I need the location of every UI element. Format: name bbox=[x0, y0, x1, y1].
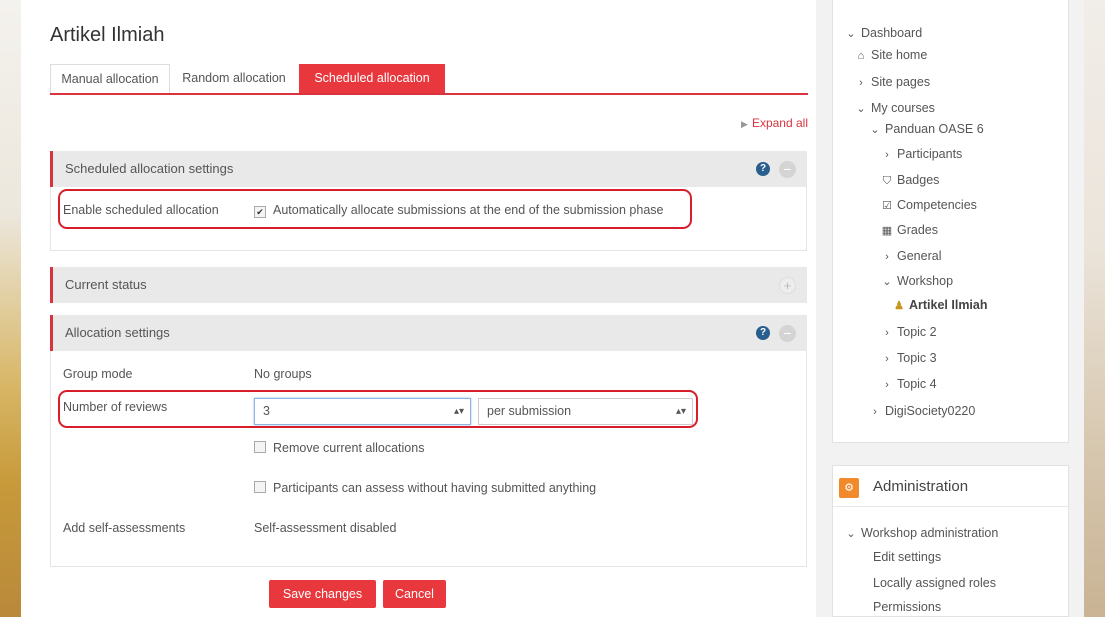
nav-item-artikel-ilmiah[interactable]: ♟ Artikel Ilmiah bbox=[893, 298, 988, 312]
chevron-right-icon: › bbox=[885, 353, 889, 365]
nav-item-topic-3[interactable]: › Topic 3 bbox=[881, 351, 937, 365]
nav-item-workshop[interactable]: ⌄ Workshop bbox=[881, 274, 953, 288]
chevron-down-icon: ⌄ bbox=[870, 124, 880, 136]
nav-label: Site home bbox=[871, 48, 928, 62]
current-status-header[interactable]: Current status + bbox=[50, 267, 807, 303]
nav-item-site-home[interactable]: ⌂ Site home bbox=[855, 48, 928, 62]
administration-block: ⚙ Administration ⌄ Workshop administratio… bbox=[832, 465, 1069, 617]
navigation-block: ⌄ Dashboard ⌂ Site home › Site pages ⌄ My co… bbox=[832, 0, 1069, 443]
nav-label: Badges bbox=[897, 173, 940, 187]
nav-label: Topic 3 bbox=[897, 351, 937, 365]
chevron-down-icon: ⌄ bbox=[846, 528, 856, 540]
nav-item-topic-2[interactable]: › Topic 2 bbox=[881, 325, 937, 339]
nav-item-site-pages[interactable]: › Site pages bbox=[855, 75, 930, 89]
tab-manual-allocation[interactable]: Manual allocation bbox=[50, 64, 170, 93]
background-left-edge bbox=[0, 0, 21, 617]
participants-assess-row[interactable]: Participants can assess without having s… bbox=[254, 481, 596, 495]
participants-assess-checkbox[interactable] bbox=[254, 481, 266, 493]
workshop-icon: ♟ bbox=[894, 300, 904, 312]
caret-right-icon: ▶ bbox=[741, 119, 748, 129]
self-assessments-value: Self-assessment disabled bbox=[254, 521, 397, 535]
allocation-settings-header[interactable]: Allocation settings ? − bbox=[50, 315, 807, 351]
nav-label: Dashboard bbox=[861, 26, 923, 40]
nav-label: Artikel Ilmiah bbox=[909, 298, 988, 312]
nav-label: Competencies bbox=[897, 198, 977, 212]
nav-label: Grades bbox=[897, 223, 938, 237]
collapse-icon[interactable]: − bbox=[779, 325, 796, 342]
scheduled-settings-title: Scheduled allocation settings bbox=[65, 161, 234, 176]
participants-assess-label: Participants can assess without having s… bbox=[273, 481, 597, 495]
tab-scheduled-allocation[interactable]: Scheduled allocation bbox=[299, 64, 445, 93]
nav-item-general[interactable]: › General bbox=[881, 249, 941, 263]
nav-item-panduan-oase[interactable]: ⌄ Panduan OASE 6 bbox=[869, 122, 984, 136]
chevron-right-icon: › bbox=[873, 406, 877, 418]
remove-current-checkbox[interactable] bbox=[254, 441, 266, 453]
shield-icon: ⛉ bbox=[882, 175, 892, 187]
expand-all-link[interactable]: ▶ Expand all bbox=[741, 116, 808, 130]
admin-item-workshop-administration[interactable]: ⌄ Workshop administration bbox=[845, 526, 998, 540]
nav-item-badges[interactable]: ⛉ Badges bbox=[881, 173, 940, 188]
chevron-right-icon: › bbox=[885, 379, 889, 391]
self-assessments-label: Add self-assessments bbox=[63, 521, 186, 535]
nav-label: DigiSociety0220 bbox=[885, 404, 976, 418]
nav-item-dashboard[interactable]: ⌄ Dashboard bbox=[845, 26, 922, 40]
admin-item-permissions[interactable]: Permissions bbox=[873, 600, 941, 614]
nav-label: Workshop administration bbox=[861, 526, 999, 540]
nav-item-participants[interactable]: › Participants bbox=[881, 147, 962, 161]
table-icon: ▦ bbox=[881, 225, 893, 237]
nav-label: Site pages bbox=[871, 75, 931, 89]
chevron-right-icon: › bbox=[859, 77, 863, 89]
page-title: Artikel Ilmiah bbox=[50, 24, 165, 46]
group-mode-label: Group mode bbox=[63, 367, 133, 381]
nav-item-topic-4[interactable]: › Topic 4 bbox=[881, 377, 937, 391]
expand-icon[interactable]: + bbox=[779, 277, 796, 294]
expand-all-label: Expand all bbox=[751, 116, 808, 130]
remove-current-label: Remove current allocations bbox=[273, 441, 425, 455]
collapse-icon[interactable]: − bbox=[779, 161, 796, 178]
nav-item-competencies[interactable]: ☑ Competencies bbox=[881, 198, 977, 212]
allocation-settings-body: Group mode No groups Number of reviews 3… bbox=[50, 351, 807, 567]
main-region: Artikel Ilmiah Manual allocation Random … bbox=[21, 0, 815, 617]
administration-header: ⚙ Administration bbox=[833, 466, 1068, 507]
chevron-down-icon: ⌄ bbox=[856, 103, 866, 115]
help-icon[interactable]: ? bbox=[756, 162, 770, 176]
nav-label: Participants bbox=[897, 147, 963, 161]
scheduled-settings-header[interactable]: Scheduled allocation settings ? − bbox=[50, 151, 807, 187]
nav-label: Workshop bbox=[897, 274, 954, 288]
administration-title: Administration bbox=[873, 478, 969, 495]
cancel-button[interactable]: Cancel bbox=[383, 580, 446, 608]
group-mode-value: No groups bbox=[254, 367, 312, 381]
cogs-icon: ⚙ bbox=[839, 478, 859, 498]
chevron-right-icon: › bbox=[885, 149, 889, 161]
allocation-tabs: Manual allocation Random allocation Sche… bbox=[50, 64, 808, 95]
highlight-annotation bbox=[58, 390, 698, 428]
nav-label: General bbox=[897, 249, 942, 263]
chevron-right-icon: › bbox=[885, 327, 889, 339]
save-changes-button[interactable]: Save changes bbox=[269, 580, 376, 608]
current-status-title: Current status bbox=[65, 277, 147, 292]
nav-label: Panduan OASE 6 bbox=[885, 122, 984, 136]
highlight-annotation bbox=[58, 189, 692, 229]
nav-item-digisociety[interactable]: › DigiSociety0220 bbox=[869, 404, 975, 418]
chevron-down-icon: ⌄ bbox=[846, 28, 856, 40]
background-right-edge bbox=[1084, 0, 1105, 617]
chevron-right-icon: › bbox=[885, 251, 889, 263]
remove-current-row[interactable]: Remove current allocations bbox=[254, 441, 424, 455]
nav-item-my-courses[interactable]: ⌄ My courses bbox=[855, 101, 935, 115]
admin-item-locally-assigned-roles[interactable]: Locally assigned roles bbox=[873, 576, 996, 590]
allocation-settings-title: Allocation settings bbox=[65, 325, 170, 340]
nav-label: Topic 4 bbox=[897, 377, 937, 391]
admin-item-edit-settings[interactable]: Edit settings bbox=[873, 550, 941, 564]
nav-label: Topic 2 bbox=[897, 325, 937, 339]
help-icon[interactable]: ? bbox=[756, 326, 770, 340]
nav-item-grades[interactable]: ▦ Grades bbox=[881, 223, 938, 237]
chevron-down-icon: ⌄ bbox=[882, 276, 892, 288]
tab-random-allocation[interactable]: Random allocation bbox=[171, 64, 297, 93]
home-icon: ⌂ bbox=[857, 50, 865, 62]
check-square-icon: ☑ bbox=[882, 200, 892, 212]
nav-label: My courses bbox=[871, 101, 935, 115]
